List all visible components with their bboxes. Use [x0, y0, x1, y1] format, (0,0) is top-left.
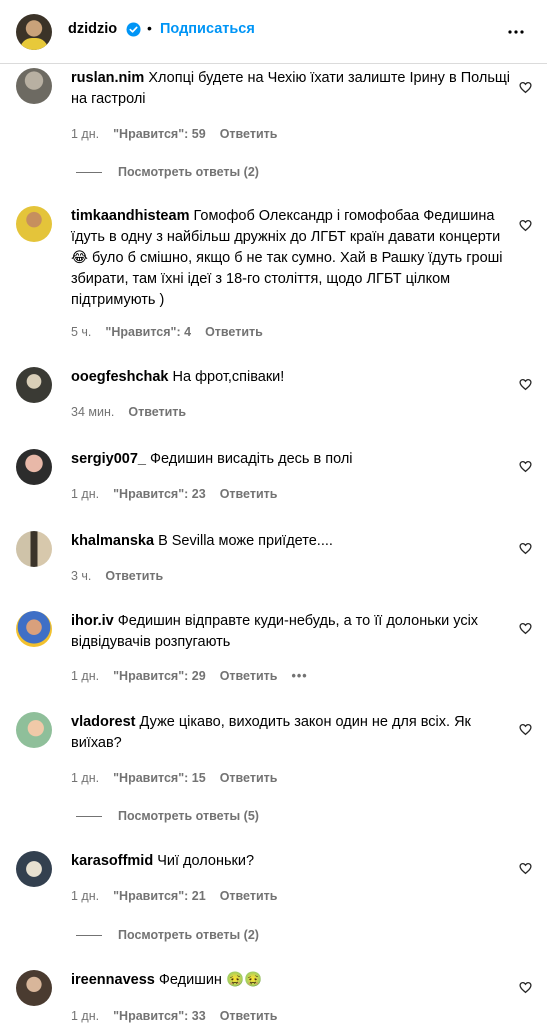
- commenter-avatar[interactable]: [16, 531, 52, 567]
- comment-time: 34 мин.: [71, 405, 115, 419]
- comment-time: 1 дн.: [71, 669, 100, 683]
- author-username[interactable]: dzidzio: [68, 21, 117, 37]
- heart-outline-icon[interactable]: [519, 378, 532, 391]
- follow-button[interactable]: Подписаться: [160, 21, 255, 37]
- comment-meta: 3 ч. Ответить: [71, 569, 177, 583]
- commenter-avatar[interactable]: [16, 68, 52, 104]
- reply-button[interactable]: Ответить: [220, 487, 278, 501]
- comment-username[interactable]: ihor.iv: [71, 613, 114, 629]
- comment-username[interactable]: ireennavess: [71, 972, 155, 988]
- comment-text: ireennavess Федишин 🤢🤢: [71, 970, 511, 991]
- replies-divider: [76, 935, 102, 937]
- comment-time: 1 дн.: [71, 487, 100, 501]
- comment-text: khalmanska В Sevilla може приїдете....: [71, 531, 511, 552]
- heart-outline-icon[interactable]: [519, 460, 532, 473]
- laughing-emoji: 😂: [71, 250, 88, 266]
- comment-meta: 1 дн. "Нравится": 21 Ответить: [71, 889, 291, 903]
- more-options-icon[interactable]: [504, 20, 528, 44]
- comment-text: timkaandhisteam Гомофоб Олександр і гомо…: [71, 206, 511, 311]
- comment-text: ihor.iv Федишин відправте куди-небудь, а…: [71, 611, 511, 653]
- comment-time: 1 дн.: [71, 1009, 100, 1023]
- comment-username[interactable]: khalmanska: [71, 533, 154, 549]
- view-replies-button[interactable]: Посмотреть ответы (5): [76, 809, 259, 823]
- post-header: dzidzio • Подписаться: [0, 0, 547, 64]
- comment-username[interactable]: karasoffmid: [71, 853, 153, 869]
- heart-outline-icon[interactable]: [519, 542, 532, 555]
- commenter-avatar[interactable]: [16, 367, 52, 403]
- comment-time: 1 дн.: [71, 889, 100, 903]
- comment-body: Федишин висадіть десь в полі: [150, 451, 353, 467]
- reply-button[interactable]: Ответить: [220, 771, 278, 785]
- reply-button[interactable]: Ответить: [220, 889, 278, 903]
- heart-outline-icon[interactable]: [519, 219, 532, 232]
- commenter-avatar[interactable]: [16, 449, 52, 485]
- replies-divider: [76, 172, 102, 174]
- comment-username[interactable]: vladorest: [71, 714, 135, 730]
- comment-body: Федишин відправте куди-небудь, а то її д…: [71, 613, 479, 650]
- heart-outline-icon[interactable]: [519, 723, 532, 736]
- reply-button[interactable]: Ответить: [205, 325, 263, 339]
- comment-meta: 1 дн. "Нравится": 29 Ответить •••: [71, 669, 322, 683]
- comment-likes[interactable]: "Нравится": 59: [113, 127, 206, 141]
- comment-likes[interactable]: "Нравится": 4: [105, 325, 191, 339]
- comment-body: В Sevilla може приїдете....: [158, 533, 333, 549]
- header-separator: •: [147, 20, 152, 36]
- commenter-avatar[interactable]: [16, 851, 52, 887]
- verified-badge-icon: [126, 22, 141, 37]
- heart-outline-icon[interactable]: [519, 862, 532, 875]
- comment-text: ruslan.nim Хлопці будете на Чехію їхати …: [71, 68, 511, 110]
- comment-likes[interactable]: "Нравится": 15: [113, 771, 206, 785]
- view-replies-button[interactable]: Посмотреть ответы (2): [76, 165, 259, 179]
- reply-button[interactable]: Ответить: [105, 569, 163, 583]
- comment-body: На фрот,співаки!: [172, 369, 285, 385]
- reply-button[interactable]: Ответить: [220, 127, 278, 141]
- comment-text: karasoffmid Чиї долоньки?: [71, 851, 511, 872]
- comment-meta: 1 дн. "Нравится": 15 Ответить: [71, 771, 291, 785]
- view-replies-button[interactable]: Посмотреть ответы (2): [76, 928, 259, 942]
- reply-button[interactable]: Ответить: [128, 405, 186, 419]
- comment-text: vladorest Дуже цікаво, виходить закон од…: [71, 712, 511, 754]
- comment-body: Чиї долоньки?: [157, 853, 255, 869]
- comment-body-cont: було б смішно, якщо б не так сумно. Хай …: [71, 250, 503, 308]
- nauseated-emoji: 🤢🤢: [225, 972, 263, 988]
- commenter-avatar[interactable]: [16, 970, 52, 1006]
- comment-text: ooegfeshchak На фрот,співаки!: [71, 367, 511, 388]
- heart-outline-icon[interactable]: [519, 81, 532, 94]
- comment-likes[interactable]: "Нравится": 29: [113, 669, 206, 683]
- comment-meta: 1 дн. "Нравится": 59 Ответить: [71, 127, 291, 141]
- comment-meta: 1 дн. "Нравится": 33 Ответить: [71, 1009, 291, 1023]
- comment-text: sergiy007_ Федишин висадіть десь в полі: [71, 449, 511, 470]
- commenter-avatar[interactable]: [16, 611, 52, 647]
- view-replies-label: Посмотреть ответы (2): [118, 928, 259, 942]
- author-avatar[interactable]: [16, 14, 52, 50]
- comment-meta: 5 ч. "Нравится": 4 Ответить: [71, 325, 277, 339]
- comment-username[interactable]: ooegfeshchak: [71, 369, 169, 385]
- commenter-avatar[interactable]: [16, 712, 52, 748]
- comment-username[interactable]: sergiy007_: [71, 451, 146, 467]
- commenter-avatar[interactable]: [16, 206, 52, 242]
- comment-time: 1 дн.: [71, 127, 100, 141]
- reply-button[interactable]: Ответить: [220, 1009, 278, 1023]
- comment-username[interactable]: ruslan.nim: [71, 70, 144, 86]
- comment-meta: 34 мин. Ответить: [71, 405, 200, 419]
- comment-likes[interactable]: "Нравится": 23: [113, 487, 206, 501]
- heart-outline-icon[interactable]: [519, 981, 532, 994]
- comment-time: 3 ч.: [71, 569, 92, 583]
- comment-options-button[interactable]: •••: [291, 669, 307, 683]
- replies-divider: [76, 816, 102, 818]
- comment-meta: 1 дн. "Нравится": 23 Ответить: [71, 487, 291, 501]
- comment-likes[interactable]: "Нравится": 21: [113, 889, 206, 903]
- comment-body: Федишин: [158, 972, 222, 988]
- heart-outline-icon[interactable]: [519, 622, 532, 635]
- view-replies-label: Посмотреть ответы (5): [118, 809, 259, 823]
- reply-button[interactable]: Ответить: [220, 669, 278, 683]
- comment-time: 1 дн.: [71, 771, 100, 785]
- comment-username[interactable]: timkaandhisteam: [71, 208, 189, 224]
- comment-likes[interactable]: "Нравится": 33: [113, 1009, 206, 1023]
- comment-time: 5 ч.: [71, 325, 92, 339]
- view-replies-label: Посмотреть ответы (2): [118, 165, 259, 179]
